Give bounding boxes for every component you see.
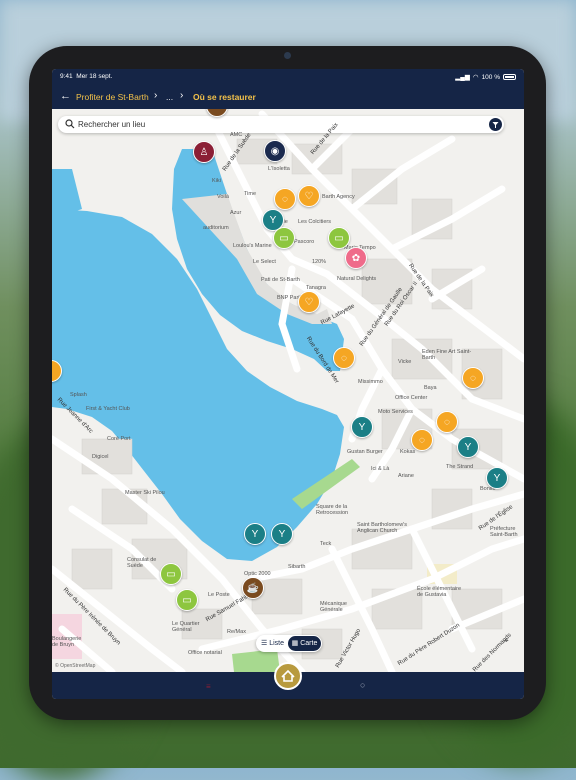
poi-label: Master Ski Pilou	[125, 490, 165, 496]
poi-label: Splash	[70, 392, 87, 398]
restaurant-pin[interactable]: ◌	[436, 411, 458, 433]
poi-label: Missimmo	[358, 379, 383, 385]
poi-label: Pascoro	[294, 239, 315, 245]
list-view-button[interactable]: ☰ Liste	[261, 639, 284, 647]
wine-bar-pin[interactable]: ♙	[193, 141, 215, 163]
poi-label: Le Quartier Général	[172, 621, 200, 633]
status-right: ▂▄▆ ◠ 100 %	[455, 73, 516, 81]
poi-label: Natural Delights	[337, 276, 377, 282]
poi-label: Gustan Burger	[347, 449, 383, 455]
poi-label: 120%	[312, 259, 327, 265]
map-view[interactable]: Rechercher un lieu AMC L'Isoletta Kiki V…	[52, 109, 524, 672]
crumb-current: Où se restaurer	[193, 92, 256, 102]
search-placeholder: Rechercher un lieu	[78, 120, 146, 129]
poi-label: Mécanique Générale	[320, 601, 347, 613]
poi-label: Vicke	[398, 359, 412, 365]
breadcrumb: ← Profiter de St-Barth › ... › Où se res…	[52, 85, 524, 109]
poi-label: Moto Services	[378, 409, 413, 415]
poi-label: Optic 2000	[244, 571, 271, 577]
search-tab-icon[interactable]: ○	[360, 680, 365, 690]
restaurant-pin[interactable]: ◌	[462, 367, 484, 389]
status-bar: 9:41 Mer 18 sept. ▂▄▆ ◠ 100 %	[52, 69, 524, 85]
poi-label: Pati de St-Barth	[261, 277, 300, 283]
home-button[interactable]	[274, 662, 302, 690]
poi-label: Saint Bartholomew's Anglican Church	[357, 522, 407, 534]
map-view-button[interactable]: ▦ Carte	[288, 636, 321, 651]
restaurant-pin[interactable]: ◉	[264, 140, 286, 162]
map-attribution: © OpenStreetMap	[55, 663, 96, 669]
status-time: 9:41 Mer 18 sept.	[60, 73, 113, 80]
cafe-pin[interactable]: ▭	[160, 563, 182, 585]
poi-label: Boulangerie de Bruyn	[52, 636, 82, 648]
view-toggle[interactable]: ☰ Liste ▦ Carte	[256, 635, 322, 652]
poi-label: Les Colcitiers	[298, 219, 332, 225]
poi-label: AMC	[230, 132, 243, 138]
wifi-icon: ◠	[472, 74, 479, 81]
poi-label: Kokas	[400, 449, 416, 455]
chevron-right-icon: ›	[154, 90, 158, 101]
cafe-pin[interactable]: ▭	[176, 589, 198, 611]
poi-label: Voilà	[217, 194, 229, 200]
home-icon	[281, 669, 295, 682]
restaurant-pin[interactable]: ♡	[298, 291, 320, 313]
crumb-profiter[interactable]: Profiter de St-Barth	[76, 92, 149, 102]
poi-label: Kiki	[212, 178, 221, 184]
restaurant-pin[interactable]: ◌	[333, 347, 355, 369]
poi-label: Barth Agency	[322, 194, 355, 200]
cafe-pin[interactable]: ▭	[328, 227, 350, 249]
poi-label: L'Isoletta	[268, 166, 290, 172]
poi-label: Sibarth	[288, 564, 306, 570]
poi-label: First & Yacht Club	[86, 406, 130, 412]
poi-label: Loulou's Marine	[233, 243, 272, 249]
menu-icon[interactable]: ≡	[206, 682, 211, 691]
battery-label: 100 %	[481, 73, 500, 81]
poi-label: Re/Max	[227, 629, 246, 635]
camera	[284, 52, 291, 59]
poi-label: Square de la Retrocession	[316, 504, 349, 516]
poi-label: Ariane	[398, 473, 414, 479]
dessert-pin[interactable]: ✿	[345, 247, 367, 269]
bar-pin[interactable]: Y	[244, 523, 266, 545]
poi-label: Consulat de Suède	[127, 557, 157, 569]
search-icon	[65, 119, 75, 129]
crumb-ellipsis[interactable]: ...	[166, 92, 173, 102]
coffee-pin[interactable]: ☕	[242, 577, 264, 599]
poi-label: Eden Fine Art Saint-Barth	[422, 349, 472, 361]
battery-icon	[503, 74, 516, 80]
cafe-pin[interactable]: ▭	[273, 227, 295, 249]
poi-label: Baya	[424, 385, 437, 391]
poi-label: Le Poste	[208, 592, 230, 598]
app-screen: 9:41 Mer 18 sept. ▂▄▆ ◠ 100 % ← Profiter…	[52, 69, 524, 699]
filter-button[interactable]	[489, 118, 502, 131]
filter-icon	[492, 122, 499, 128]
bar-pin[interactable]: Y	[271, 523, 293, 545]
poi-label: auditorium	[203, 225, 229, 231]
poi-label: Azur	[230, 210, 242, 216]
restaurant-pin[interactable]: ♡	[298, 185, 320, 207]
poi-label: Ici & Là	[371, 466, 390, 472]
poi-label: Office notarial	[188, 650, 222, 656]
arrow-left-icon[interactable]: ←	[60, 90, 71, 102]
search-bar[interactable]: Rechercher un lieu	[58, 116, 504, 133]
poi-label: Le Select	[253, 259, 276, 265]
poi-label: Coré Port	[107, 436, 131, 442]
bar-pin[interactable]: Y	[486, 467, 508, 489]
poi-label: The Strand	[446, 464, 474, 470]
poi-label: Préfecture Saint-Barth	[490, 526, 518, 538]
signal-icon: ▂▄▆	[455, 74, 470, 81]
poi-label: École élémentaire de Gustavia	[417, 586, 462, 598]
bar-pin[interactable]: Y	[351, 416, 373, 438]
chevron-right-icon: ›	[180, 90, 184, 101]
poi-label: Teck	[320, 541, 332, 547]
restaurant-pin[interactable]: ◌	[411, 429, 433, 451]
bar-pin[interactable]: Y	[457, 436, 479, 458]
poi-label: Digicel	[92, 454, 109, 460]
restaurant-pin[interactable]: ◌	[274, 188, 296, 210]
poi-label: Office Center	[395, 395, 428, 401]
location-icon[interactable]: ⌖	[504, 636, 514, 646]
poi-label: Time	[244, 191, 257, 197]
